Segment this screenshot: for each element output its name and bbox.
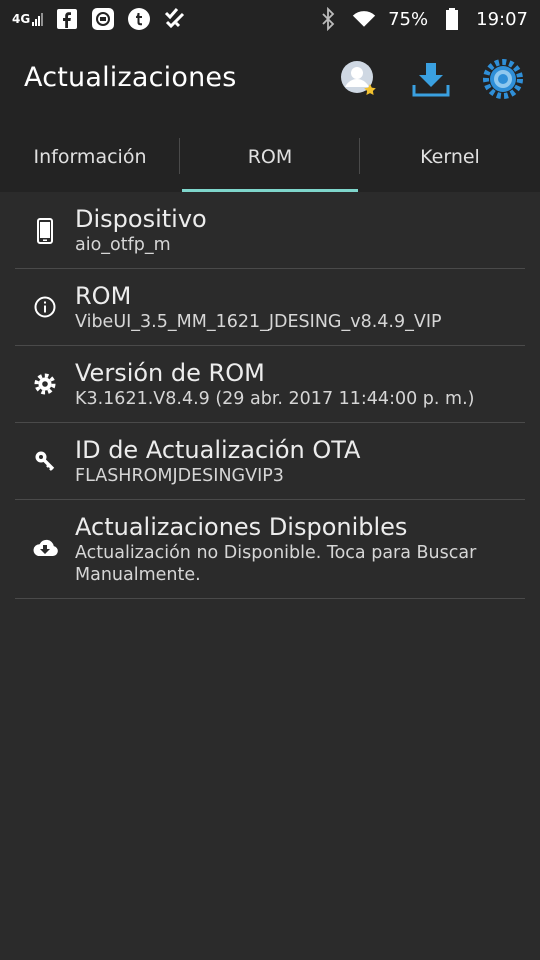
tab-label: Información (33, 146, 147, 168)
settings-gear-icon (483, 59, 523, 99)
tab-label: ROM (247, 146, 293, 168)
download-icon (412, 63, 450, 97)
list-item-title: Versión de ROM (75, 359, 265, 387)
battery-percent: 75% (388, 8, 429, 30)
clock: 19:07 (476, 8, 528, 30)
gear-icon (15, 358, 75, 396)
network-type: 4G (12, 12, 31, 26)
tab-rom[interactable]: ROM (180, 122, 360, 192)
list-item-text: Actualizaciones Disponibles Actualizació… (75, 512, 515, 586)
profile-button[interactable] (336, 56, 382, 102)
list-item-text: Dispositivo aio_otfp_m (75, 204, 207, 256)
bluetooth-icon (316, 7, 340, 31)
list-item-subtitle: aio_otfp_m (75, 235, 171, 255)
qr-app-icon (91, 7, 115, 31)
wifi-icon (352, 7, 376, 31)
list-item-rom[interactable]: ROM VibeUI_3.5_MM_1621_JDESING_v8.4.9_VI… (15, 269, 525, 346)
list-item-updates-available[interactable]: Actualizaciones Disponibles Actualizació… (15, 500, 525, 599)
rom-info-list: Dispositivo aio_otfp_m ROM VibeUI_3.5_MM… (0, 192, 540, 599)
list-item-text: ID de Actualización OTA FLASHROMJDESINGV… (75, 435, 360, 487)
app-bar-actions (336, 56, 526, 102)
tab-kernel[interactable]: Kernel (360, 122, 540, 192)
list-item-text: ROM VibeUI_3.5_MM_1621_JDESING_v8.4.9_VI… (75, 281, 442, 333)
list-item-text: Versión de ROM K3.1621.V8.4.9 (29 abr. 2… (75, 358, 474, 410)
status-bar: 4G 75% 19:07 (0, 0, 540, 38)
list-item-subtitle: K3.1621.V8.4.9 (29 abr. 2017 11:44:00 p.… (75, 389, 475, 409)
tab-informacion[interactable]: Información (0, 122, 180, 192)
download-button[interactable] (408, 56, 454, 102)
list-item-title: Dispositivo (75, 205, 207, 233)
info-icon (15, 281, 75, 319)
facebook-icon (55, 7, 79, 31)
list-item-subtitle: VibeUI_3.5_MM_1621_JDESING_v8.4.9_VIP (75, 312, 442, 332)
tumblr-icon (127, 7, 151, 31)
list-item-subtitle: FLASHROMJDESINGVIP3 (75, 466, 284, 486)
tab-bar: Información ROM Kernel (0, 122, 540, 192)
phone-icon (15, 204, 75, 244)
app-bar: Actualizaciones (0, 38, 540, 122)
list-item-title: ROM (75, 282, 132, 310)
list-item-title: Actualizaciones Disponibles (75, 513, 408, 541)
status-bar-right: 75% 19:07 (316, 7, 528, 31)
key-icon (15, 435, 75, 473)
settings-button[interactable] (480, 56, 526, 102)
list-item-version-rom[interactable]: Versión de ROM K3.1621.V8.4.9 (29 abr. 2… (15, 346, 525, 423)
tab-label: Kernel (420, 146, 480, 168)
signal-icon (32, 12, 44, 26)
list-item-dispositivo[interactable]: Dispositivo aio_otfp_m (15, 192, 525, 269)
page-title: Actualizaciones (24, 62, 237, 93)
status-bar-left: 4G (12, 7, 187, 31)
list-item-title: ID de Actualización OTA (75, 436, 361, 464)
network-indicator: 4G (12, 12, 44, 26)
list-item-subtitle: Actualización no Disponible. Toca para B… (75, 543, 477, 585)
battery-icon (440, 7, 464, 31)
list-item-ota-id[interactable]: ID de Actualización OTA FLASHROMJDESINGV… (15, 423, 525, 500)
cloud-download-icon (15, 512, 75, 558)
tasks-check-icon (163, 7, 187, 31)
profile-star-icon (341, 61, 376, 95)
